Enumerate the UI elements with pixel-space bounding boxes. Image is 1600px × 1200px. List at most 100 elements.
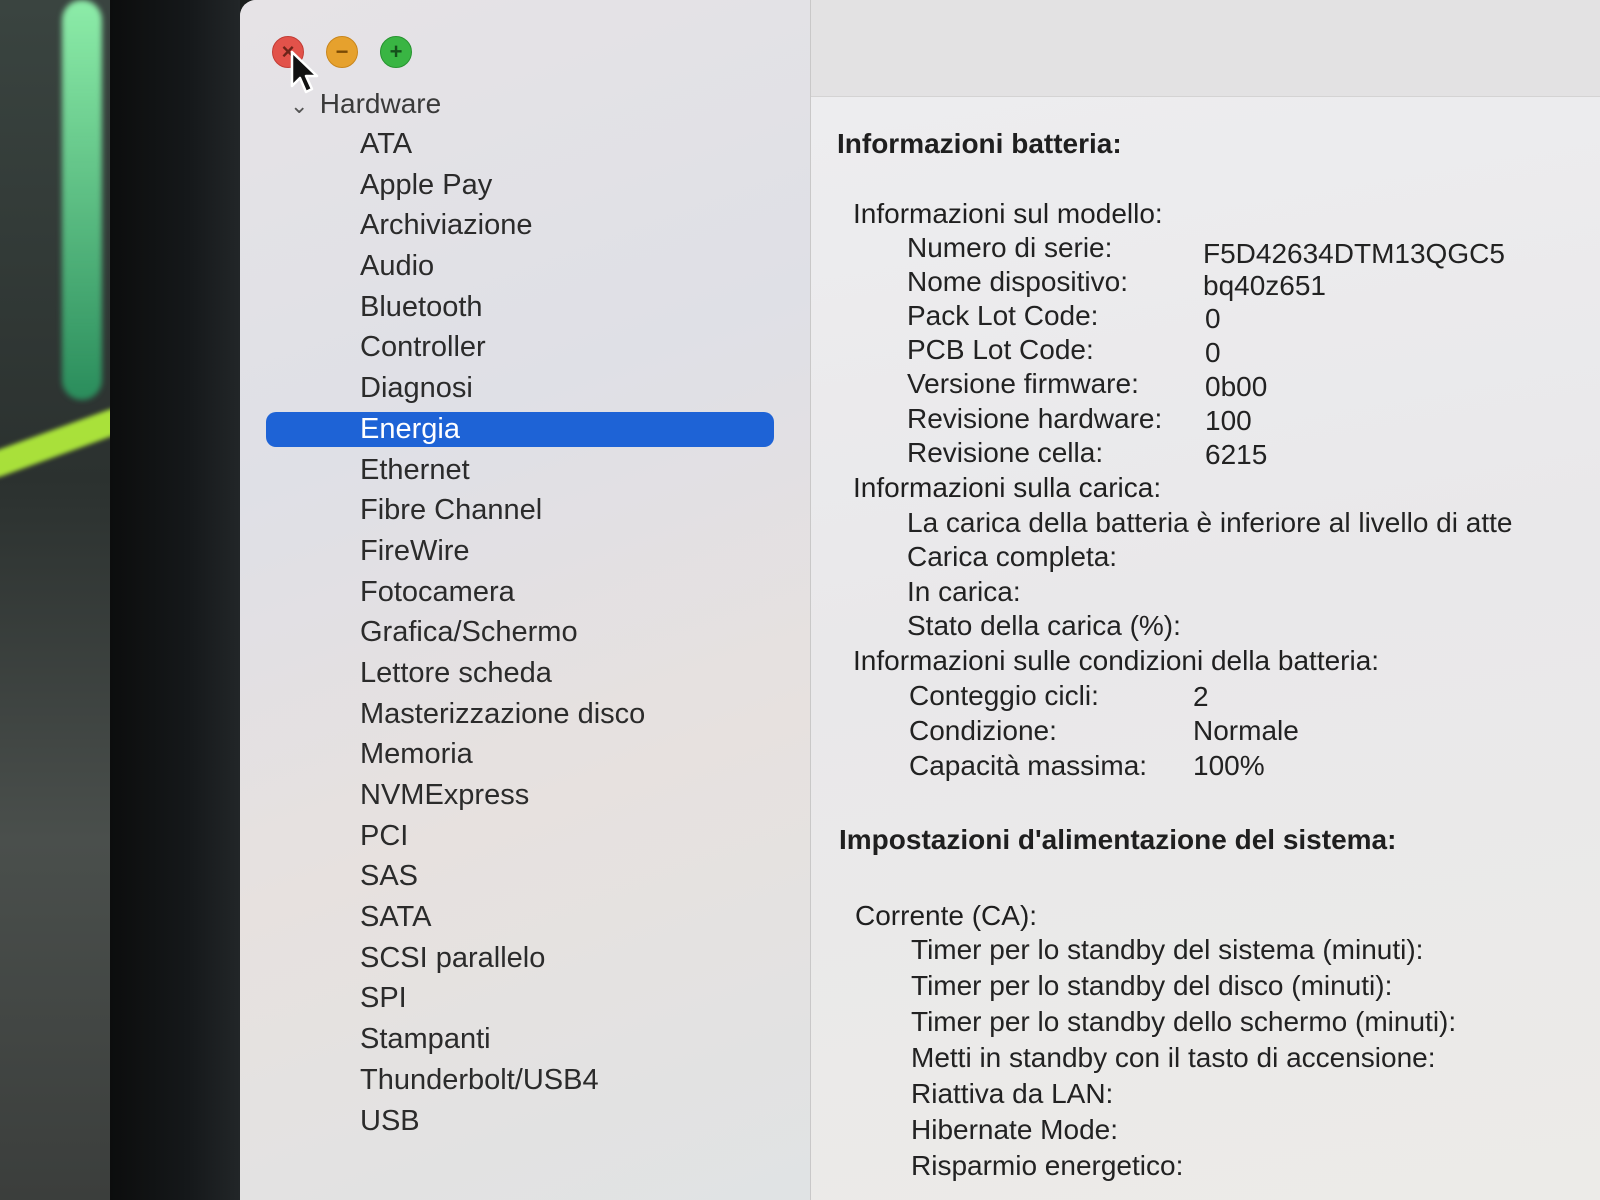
sidebar-item-lettore-scheda[interactable]: Lettore scheda: [240, 653, 810, 694]
sidebar-item-label: Grafica/Schermo: [360, 616, 578, 649]
sidebar-item-label: ATA: [360, 128, 413, 160]
sidebar-item-apple-pay[interactable]: Apple Pay: [240, 165, 810, 206]
sidebar-item-label: Audio: [360, 250, 435, 283]
system-information-window: × − + ⌄ Hardware ATA Apple Pay Archiviazio…: [240, 0, 1600, 1200]
sidebar-item-label: Diagnosi: [360, 372, 473, 405]
pack-lot-label: Pack Lot Code:: [907, 300, 1099, 331]
cycle-count-value: 2: [1193, 681, 1209, 712]
sidebar-item-sas[interactable]: SAS: [240, 856, 810, 897]
ac-setting-label: Hibernate Mode:: [911, 1114, 1119, 1145]
sidebar-item-firewire[interactable]: FireWire: [240, 531, 810, 572]
sidebar-item-label: Archiviazione: [360, 209, 533, 242]
background-light-streak: [62, 0, 102, 400]
sidebar-item-label: NVMExpress: [360, 779, 530, 811]
sidebar-item-label: Stampanti: [360, 1023, 491, 1056]
device-name-label: Nome dispositivo:: [907, 266, 1128, 297]
sidebar-item-memoria[interactable]: Memoria: [240, 734, 810, 775]
ac-setting-label: Timer per lo standby del disco (minuti):: [911, 970, 1393, 1001]
sidebar-item-label: Fibre Channel: [360, 494, 543, 527]
pcb-lot-value: 0: [1205, 337, 1221, 368]
health-info-heading: Informazioni sulle condizioni della batt…: [853, 645, 1380, 676]
sidebar-section-hardware[interactable]: ⌄ Hardware: [290, 88, 441, 120]
sidebar-item-sata[interactable]: SATA: [240, 897, 810, 938]
sidebar-item-usb[interactable]: USB: [240, 1101, 810, 1142]
sidebar-item-controller[interactable]: Controller: [240, 327, 810, 368]
battery-info-heading: Informazioni batteria:: [837, 128, 1122, 159]
ac-setting-label: Metti in standby con il tasto di accensi…: [911, 1042, 1436, 1073]
sidebar-item-label: Lettore scheda: [360, 656, 552, 689]
ac-setting-label: Timer per lo standby dello schermo (minu…: [911, 1006, 1457, 1037]
sidebar-item-spi[interactable]: SPI: [240, 978, 810, 1019]
sidebar: × − + ⌄ Hardware ATA Apple Pay Archiviazio…: [240, 0, 811, 1200]
screen-bezel: [110, 0, 240, 1200]
sidebar-item-stampanti[interactable]: Stampanti: [240, 1019, 810, 1060]
sidebar-item-pci[interactable]: PCI: [240, 816, 810, 857]
charge-below-warning: La carica della batteria è inferiore al …: [907, 507, 1513, 538]
sidebar-item-archiviazione[interactable]: Archiviazione: [240, 205, 810, 246]
serial-value: F5D42634DTM13QGC5: [1203, 238, 1505, 269]
detail-pane: Informazioni batteria: Informazioni sul …: [811, 0, 1600, 1200]
sidebar-item-label: Controller: [360, 331, 486, 364]
max-capacity-label: Capacità massima:: [909, 750, 1148, 781]
pack-lot-value: 0: [1205, 303, 1221, 334]
device-name-value: bq40z651: [1203, 270, 1327, 301]
ac-setting-label: Riattiva da LAN:: [911, 1078, 1114, 1109]
cell-revision-label: Revisione cella:: [907, 437, 1104, 468]
sidebar-item-label: Masterizzazione disco: [360, 697, 646, 730]
max-capacity-value: 100%: [1193, 750, 1265, 781]
sidebar-item-ata[interactable]: ATA: [240, 124, 810, 165]
sidebar-item-audio[interactable]: Audio: [240, 246, 810, 287]
sidebar-item-label: USB: [360, 1104, 420, 1137]
sidebar-item-grafica-schermo[interactable]: Grafica/Schermo: [240, 612, 810, 653]
firmware-label: Versione firmware:: [907, 368, 1139, 399]
minimize-button[interactable]: −: [326, 36, 358, 68]
charging-label: In carica:: [907, 576, 1021, 607]
sidebar-item-nvmexpress[interactable]: NVMExpress: [240, 775, 810, 816]
sidebar-item-label: SCSI parallelo: [360, 941, 546, 974]
sidebar-item-thunderbolt-usb4[interactable]: Thunderbolt/USB4: [240, 1060, 810, 1101]
sidebar-item-fotocamera[interactable]: Fotocamera: [240, 572, 810, 613]
sidebar-item-label: PCI: [360, 819, 409, 852]
sidebar-item-fibre-channel[interactable]: Fibre Channel: [240, 490, 810, 531]
sidebar-item-label: Bluetooth: [360, 290, 483, 323]
sidebar-item-label: Ethernet: [360, 453, 470, 486]
maximize-button[interactable]: +: [380, 36, 412, 68]
sidebar-item-bluetooth[interactable]: Bluetooth: [240, 287, 810, 328]
power-settings-heading: Impostazioni d'alimentazione del sistema…: [839, 824, 1397, 855]
charge-info-heading: Informazioni sulla carica:: [853, 472, 1162, 503]
pcb-lot-label: PCB Lot Code:: [907, 334, 1094, 365]
sidebar-item-label: Apple Pay: [360, 168, 493, 201]
ac-setting-label: Timer per lo standby del sistema (minuti…: [911, 934, 1424, 965]
sidebar-item-label: Fotocamera: [360, 575, 515, 608]
hardware-revision-label: Revisione hardware:: [907, 403, 1163, 434]
ac-setting-label: Risparmio energetico:: [911, 1150, 1184, 1181]
minimize-icon: −: [335, 39, 349, 64]
sidebar-section-label: Hardware: [319, 88, 442, 119]
sidebar-item-label: Energia: [360, 412, 460, 445]
sidebar-item-label: SATA: [360, 901, 432, 934]
hardware-revision-value: 100: [1205, 405, 1252, 436]
serial-label: Numero di serie:: [907, 232, 1113, 263]
cell-revision-value: 6215: [1205, 439, 1268, 470]
sidebar-item-label: SAS: [360, 860, 419, 893]
full-charge-label: Carica completa:: [907, 541, 1118, 572]
sidebar-item-label: SPI: [360, 982, 407, 1015]
sidebar-item-label: Memoria: [360, 738, 473, 771]
charge-state-label: Stato della carica (%):: [907, 610, 1181, 641]
detail-toolbar: [811, 0, 1600, 97]
sidebar-item-label: Thunderbolt/USB4: [360, 1063, 599, 1096]
sidebar-item-label: FireWire: [360, 534, 470, 567]
sidebar-item-scsi-parallelo[interactable]: SCSI parallelo: [240, 938, 810, 979]
sidebar-list: ATA Apple Pay Archiviazione Audio Bluetooth C…: [240, 124, 810, 1141]
sidebar-item-masterizzazione-disco[interactable]: Masterizzazione disco: [240, 694, 810, 735]
cycle-count-label: Conteggio cicli:: [909, 680, 1099, 711]
model-info-heading: Informazioni sul modello:: [853, 198, 1163, 229]
chevron-down-icon: ⌄: [290, 93, 309, 118]
ac-power-heading: Corrente (CA):: [855, 900, 1038, 931]
sidebar-item-ethernet[interactable]: Ethernet: [240, 450, 810, 491]
condition-label: Condizione:: [909, 715, 1057, 746]
sidebar-item-diagnosi[interactable]: Diagnosi: [240, 368, 810, 409]
sidebar-item-energia[interactable]: Energia: [240, 409, 810, 450]
condition-value: Normale: [1193, 715, 1299, 746]
firmware-value: 0b00: [1205, 371, 1268, 402]
